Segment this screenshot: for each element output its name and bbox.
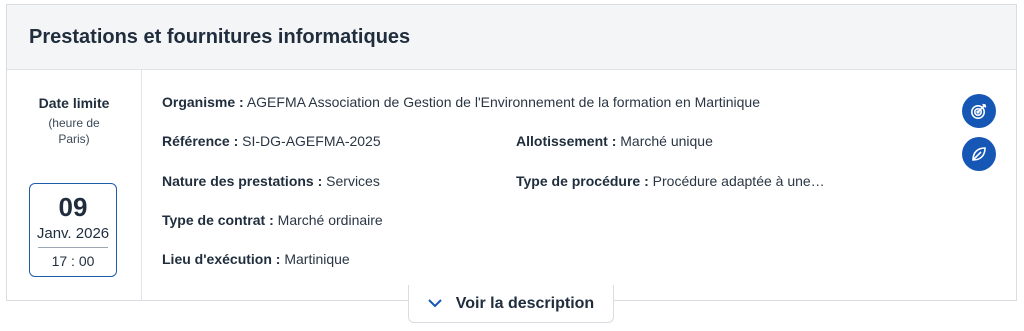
- tender-card: Prestations et fournitures informatiques…: [6, 4, 1017, 301]
- nature-value: Services: [326, 173, 380, 189]
- deadline-timezone: (heure de Paris): [48, 116, 100, 146]
- deadline-time: 17 : 00: [51, 253, 95, 269]
- leaf-button[interactable]: [962, 137, 996, 171]
- deadline-label: Date limite: [38, 95, 110, 111]
- contrat-row: Type de contrat : Marché ordinaire: [162, 212, 383, 228]
- lieu-value: Martinique: [284, 251, 350, 267]
- leaf-icon: [970, 145, 988, 163]
- organisme-value: AGEFMA Association de Gestion de l'Envir…: [246, 94, 760, 110]
- card-title[interactable]: Prestations et fournitures informatiques: [29, 26, 410, 49]
- allotissement-label: Allotissement :: [516, 133, 617, 149]
- procedure-value: Procédure adaptée à une…: [652, 173, 825, 189]
- deadline-column: Date limite (heure de Paris) 09 Janv. 20…: [7, 70, 142, 301]
- organisme-row: Organisme : AGEFMA Association de Gestio…: [162, 94, 760, 110]
- deadline-date-box: 09 Janv. 2026 17 : 00: [29, 183, 117, 277]
- deadline-divider: [38, 247, 108, 248]
- deadline-day: 09: [58, 192, 88, 222]
- allotissement-value: Marché unique: [620, 133, 713, 149]
- reference-row: Référence : SI-DG-AGEFMA-2025: [162, 133, 381, 149]
- deadline-month-year: Janv. 2026: [36, 225, 110, 242]
- lieu-row: Lieu d'exécution : Martinique: [162, 251, 350, 267]
- chevron-down-icon: [428, 299, 442, 308]
- organisme-label: Organisme :: [162, 94, 244, 110]
- card-body: Date limite (heure de Paris) 09 Janv. 20…: [7, 70, 1016, 301]
- lieu-label: Lieu d'exécution :: [162, 251, 281, 267]
- reference-label: Référence :: [162, 133, 239, 149]
- contrat-label: Type de contrat :: [162, 212, 274, 228]
- see-description-button[interactable]: Voir la description: [408, 285, 614, 323]
- see-description-label: Voir la description: [455, 294, 595, 312]
- target-button[interactable]: [962, 94, 996, 128]
- procedure-row: Type de procédure : Procédure adaptée à …: [516, 173, 825, 189]
- card-header: Prestations et fournitures informatiques: [7, 5, 1016, 70]
- nature-row: Nature des prestations : Services: [162, 173, 380, 189]
- contrat-value: Marché ordinaire: [277, 212, 383, 228]
- nature-label: Nature des prestations :: [162, 173, 323, 189]
- target-icon: [970, 102, 988, 120]
- procedure-label: Type de procédure :: [516, 173, 649, 189]
- reference-value: SI-DG-AGEFMA-2025: [242, 133, 381, 149]
- allotissement-row: Allotissement : Marché unique: [516, 133, 713, 149]
